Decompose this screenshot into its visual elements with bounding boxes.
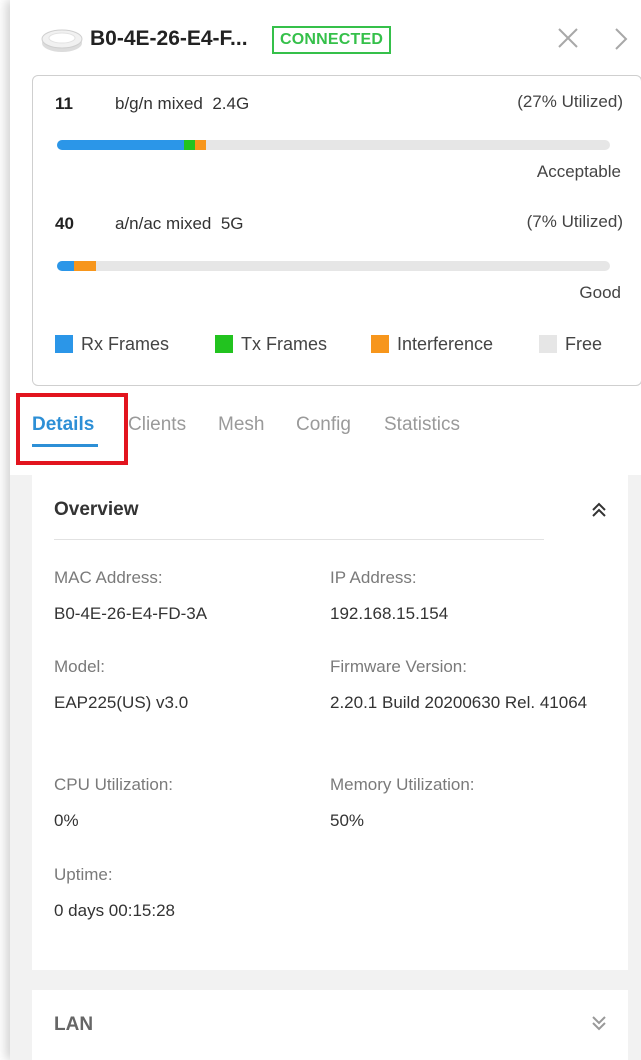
double-chevron-down-icon[interactable]: [590, 1014, 608, 1032]
interference-segment: [74, 261, 96, 271]
channel-row-5g: 40 a/n/ac mixed 5G (7% Utilized): [33, 212, 641, 238]
rx-frames-segment: [57, 261, 74, 271]
detail-tabs: Details Clients Mesh Config Statistics: [10, 400, 641, 460]
memory-utilization-value: 50%: [330, 811, 365, 830]
utilization-bar-5g: [57, 261, 610, 271]
overview-divider: [54, 539, 544, 540]
tx-frames-segment: [184, 140, 195, 150]
channel-quality: Good: [579, 283, 621, 302]
channel-utilization: (7% Utilized): [526, 212, 623, 231]
memory-utilization-label: Memory Utilization:: [330, 775, 475, 794]
model-label: Model:: [54, 657, 106, 676]
tab-config[interactable]: Config: [296, 414, 351, 436]
channel-quality: Acceptable: [536, 162, 621, 181]
cpu-utilization-label: CPU Utilization:: [54, 775, 174, 794]
double-chevron-up-icon[interactable]: [590, 501, 608, 519]
interference-segment: [195, 140, 206, 150]
lan-title: LAN: [54, 1014, 94, 1035]
lan-section[interactable]: LAN: [32, 990, 628, 1060]
overview-section: Overview MAC Address: B0-4E-26-E4-FD-3A …: [32, 475, 628, 970]
channel-mode: a/n/ac mixed 5G: [115, 214, 244, 233]
ip-address-label: IP Address:: [330, 568, 417, 587]
mac-address-label: MAC Address:: [54, 568, 163, 587]
utilization-bar-2g: [57, 140, 610, 150]
close-icon[interactable]: [556, 26, 580, 50]
legend-free: Free: [539, 331, 602, 357]
status-badge: CONNECTED: [272, 26, 392, 54]
channel-mode: b/g/n mixed 2.4G: [115, 94, 250, 113]
channel-number: 11: [55, 94, 73, 113]
channel-utilization: (27% Utilized): [517, 92, 623, 111]
uptime-value: 0 days 00:15:28: [54, 901, 175, 920]
tab-mesh[interactable]: Mesh: [218, 414, 264, 436]
model-value: EAP225(US) v3.0: [54, 693, 189, 712]
legend-rx-frames: Rx Frames: [55, 331, 169, 357]
device-name: B0-4E-26-E4-F...: [90, 27, 248, 50]
legend-tx-frames: Tx Frames: [215, 331, 327, 357]
tab-details[interactable]: Details: [32, 414, 94, 436]
panel-header: B0-4E-26-E4-F... CONNECTED: [10, 0, 641, 72]
chevron-right-icon[interactable]: [610, 26, 630, 52]
firmware-version-label: Firmware Version:: [330, 657, 467, 676]
mac-address-value: B0-4E-26-E4-FD-3A: [54, 604, 208, 623]
rx-frames-segment: [57, 140, 184, 150]
device-detail-panel: B0-4E-26-E4-F... CONNECTED 11 b/g/n mixe…: [10, 0, 641, 1060]
interference-swatch: [371, 335, 389, 353]
tab-statistics[interactable]: Statistics: [384, 414, 460, 436]
cpu-utilization-value: 0%: [54, 811, 79, 830]
legend-interference: Interference: [371, 331, 493, 357]
free-swatch: [539, 335, 557, 353]
tab-clients[interactable]: Clients: [128, 414, 186, 436]
tx-frames-swatch: [215, 335, 233, 353]
channel-row-2g: 11 b/g/n mixed 2.4G (27% Utilized): [33, 92, 641, 118]
access-point-icon: [41, 29, 83, 52]
active-tab-indicator: [32, 444, 98, 447]
ip-address-value: 192.168.15.154: [330, 604, 449, 623]
uptime-label: Uptime:: [54, 865, 113, 884]
firmware-version-value: 2.20.1 Build 20200630 Rel. 41064: [330, 693, 588, 712]
overview-title: Overview: [54, 499, 139, 520]
channel-utilization-card: 11 b/g/n mixed 2.4G (27% Utilized) Accep…: [32, 75, 641, 386]
rx-frames-swatch: [55, 335, 73, 353]
channel-number: 40: [55, 214, 74, 233]
utilization-legend: Rx Frames Tx Frames Interference Free: [33, 331, 641, 357]
